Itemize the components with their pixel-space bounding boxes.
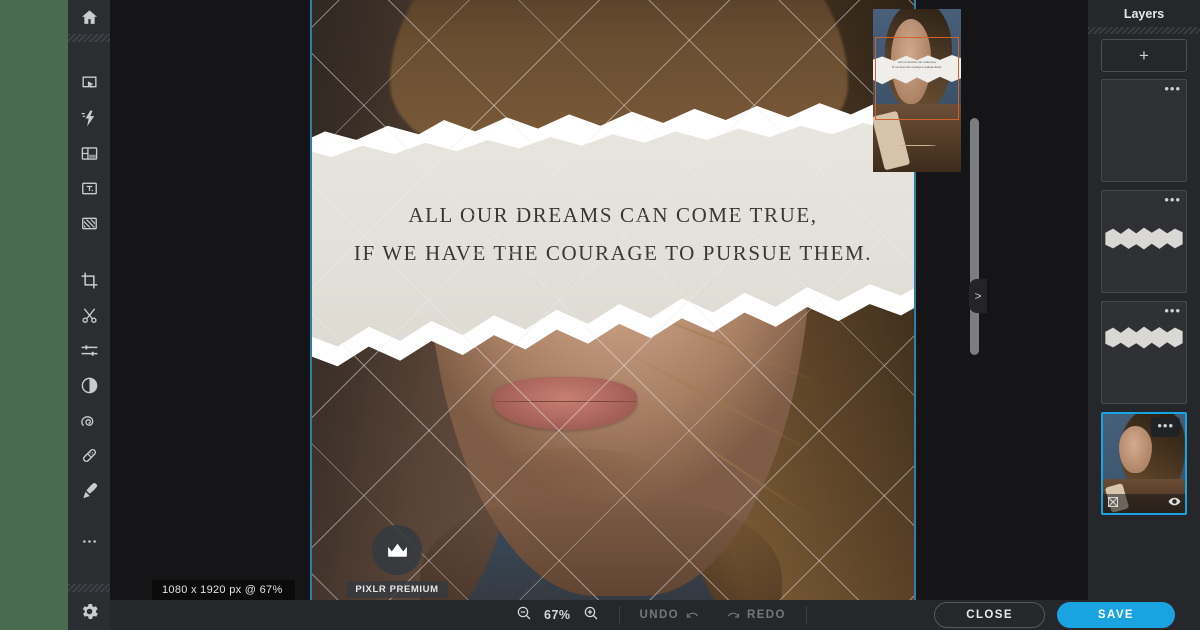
bottom-toolbar: 67% UNDO REDO CLOSE SAVE	[110, 600, 1200, 630]
close-button[interactable]: CLOSE	[934, 602, 1045, 628]
more-tools-icon[interactable]	[68, 524, 110, 559]
layer-item-empty[interactable]: •••	[1101, 79, 1187, 182]
design-canvas[interactable]: All our dreams can come true, If we have…	[312, 0, 914, 600]
premium-badge[interactable]: PIXLR PREMIUM	[342, 525, 452, 598]
layer-mask-icon[interactable]	[1107, 495, 1119, 513]
text-icon[interactable]	[68, 171, 110, 206]
tool-sidebar	[68, 0, 110, 630]
zoom-in-icon[interactable]	[583, 605, 599, 626]
layer-menu-icon[interactable]: •••	[1164, 82, 1181, 95]
toolbar-divider-top	[68, 34, 110, 42]
redo-arrow-icon	[727, 612, 740, 618]
quote-line-2: If we have the courage to pursue them.	[353, 240, 873, 265]
eye-icon[interactable]	[1168, 495, 1181, 513]
history-controls: UNDO REDO	[640, 608, 786, 623]
crop-icon[interactable]	[68, 263, 110, 298]
add-layer-button[interactable]: +	[1101, 39, 1187, 72]
redo-label: REDO	[747, 609, 786, 621]
liquify-icon[interactable]	[68, 403, 110, 438]
element-icon[interactable]	[68, 136, 110, 171]
magic-cutout-icon[interactable]	[68, 101, 110, 136]
panel-scrollbar[interactable]	[970, 118, 979, 355]
add-layer-label: +	[1139, 45, 1149, 65]
premium-badge-label: PIXLR PREMIUM	[346, 581, 448, 598]
toolbar-separator	[805, 606, 807, 624]
layer-torn-shape	[1105, 227, 1183, 250]
crown-icon	[372, 525, 422, 575]
arrange-icon[interactable]	[68, 66, 110, 101]
redo-button[interactable]: REDO	[726, 608, 786, 623]
cutout-scissors-icon[interactable]	[68, 298, 110, 333]
layer-item-torn-upper[interactable]: •••	[1101, 190, 1187, 293]
contrast-icon[interactable]	[68, 368, 110, 403]
canvas-selection-frame[interactable]: All our dreams can come true, If we have…	[310, 0, 916, 600]
undo-arrow-icon	[686, 612, 699, 618]
layer-torn-shape	[1105, 326, 1183, 349]
layers-panel: Layers + ••• ••• ••• •••	[1088, 0, 1200, 600]
chevron-right-icon[interactable]: >	[969, 279, 987, 313]
zoom-level-value: 67%	[544, 608, 571, 622]
settings-gear-icon[interactable]	[68, 592, 110, 630]
layers-panel-divider	[1088, 27, 1200, 34]
navigator-viewport-rect[interactable]	[875, 37, 959, 120]
zoom-controls: 67%	[516, 605, 599, 626]
layers-panel-title: Layers	[1088, 0, 1200, 27]
paint-brush-icon[interactable]	[68, 473, 110, 508]
toolbar-divider-bottom	[68, 584, 110, 592]
panel-toggle-label: >	[974, 289, 982, 303]
zoom-out-icon[interactable]	[516, 605, 532, 626]
pixlr-editor-window: All our dreams can come true, If we have…	[68, 0, 1200, 630]
action-buttons: CLOSE SAVE	[934, 602, 1175, 628]
layer-menu-icon[interactable]: •••	[1151, 417, 1180, 437]
photo-lips	[492, 377, 638, 430]
layer-item-background-photo[interactable]: •••	[1101, 412, 1187, 515]
canvas-workspace[interactable]: All our dreams can come true, If we have…	[110, 0, 1100, 600]
layer-menu-icon[interactable]: •••	[1164, 193, 1181, 206]
quote-line-1: All our dreams can come true,	[408, 202, 818, 227]
navigator-panel[interactable]: All our dreams can come true, If we have…	[873, 9, 961, 172]
save-button[interactable]: SAVE	[1056, 602, 1175, 628]
home-icon[interactable]	[68, 0, 110, 34]
layer-footer-controls	[1103, 494, 1185, 513]
layer-menu-icon[interactable]: •••	[1164, 304, 1181, 317]
undo-button[interactable]: UNDO	[640, 608, 700, 623]
canvas-status-readout: 1080 x 1920 px @ 67%	[152, 580, 295, 600]
pattern-icon[interactable]	[68, 206, 110, 241]
toolbar-separator	[618, 606, 620, 624]
quote-text-layer[interactable]: All our dreams can come true, If we have…	[312, 196, 914, 272]
heal-icon[interactable]	[68, 438, 110, 473]
layer-item-torn-lower[interactable]: •••	[1101, 301, 1187, 404]
adjust-sliders-icon[interactable]	[68, 333, 110, 368]
undo-label: UNDO	[639, 609, 679, 621]
